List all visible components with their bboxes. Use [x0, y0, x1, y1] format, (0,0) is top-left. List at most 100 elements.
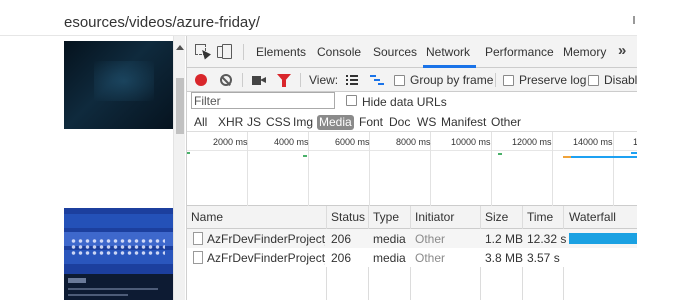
file-icon [193, 251, 203, 264]
thumbnail-band [64, 214, 173, 228]
tab-performance[interactable]: Performance [485, 45, 554, 59]
group-by-frame-checkbox[interactable] [394, 75, 405, 86]
table-row[interactable]: AzFrDevFinderProject_... 206 media Other… [187, 248, 637, 267]
timeline-mark [303, 155, 307, 157]
tab-memory[interactable]: Memory [563, 45, 606, 59]
toolbar-separator [242, 73, 243, 87]
device-toolbar-icon[interactable] [217, 44, 233, 60]
column-header-status[interactable]: Status [331, 210, 365, 224]
thumbnail-logo [68, 278, 86, 283]
tab-elements[interactable]: Elements [256, 45, 306, 59]
disable-cache-checkbox[interactable] [588, 75, 599, 86]
waterfall-icon-bar [378, 83, 384, 85]
request-time: 3.57 s [527, 251, 560, 265]
type-filter-font[interactable]: Font [358, 115, 384, 130]
timeline-mark [498, 153, 502, 155]
request-name[interactable]: AzFrDevFinderProject_... [207, 232, 325, 246]
type-filter-media[interactable]: Media [317, 115, 354, 130]
tab-network[interactable]: Network [426, 45, 470, 59]
toolbar-separator [495, 73, 496, 87]
devtools-panel: Elements Console Sources Network Perform… [186, 36, 637, 300]
filter-input[interactable] [191, 92, 335, 109]
tab-separator [243, 44, 244, 60]
table-row[interactable]: AzFrDevFinderProject_... 206 media Other… [187, 229, 637, 248]
timeline-tick-label: 12000 ms [512, 137, 552, 147]
request-status: 206 [331, 251, 352, 265]
type-filter-other[interactable]: Other [490, 115, 522, 130]
column-header-name[interactable]: Name [191, 210, 223, 224]
network-toolbar: View: Group by frame Preserve log Disabl… [187, 68, 637, 92]
list-dot [346, 75, 348, 77]
address-bar[interactable]: esources/videos/azure-friday/ [0, 0, 637, 36]
scrollbar-thumb[interactable] [176, 78, 184, 134]
device-tablet [222, 44, 232, 59]
request-size: 3.8 MB [485, 251, 524, 265]
group-by-frame-label[interactable]: Group by frame [410, 73, 493, 87]
timeline-axis [187, 150, 637, 151]
timeline-gridline [552, 132, 553, 206]
column-header-type[interactable]: Type [373, 210, 399, 224]
inspect-element-icon[interactable] [195, 44, 211, 60]
thumbnail-caption-line [68, 294, 128, 296]
hide-data-urls-label[interactable]: Hide data URLs [362, 95, 447, 109]
type-filter-manifest[interactable]: Manifest [440, 115, 487, 130]
preserve-log-checkbox[interactable] [503, 75, 514, 86]
type-filter-js[interactable]: JS [246, 115, 262, 130]
request-status: 206 [331, 232, 352, 246]
list-view-icon[interactable] [346, 75, 358, 85]
timeline-gridline [491, 132, 492, 206]
tab-sources[interactable]: Sources [373, 45, 417, 59]
request-time: 12.32 s [527, 232, 567, 246]
record-icon[interactable] [195, 74, 207, 86]
waterfall-view-icon[interactable] [370, 74, 384, 86]
filter-icon[interactable] [277, 74, 291, 87]
tab-console[interactable]: Console [317, 45, 361, 59]
waterfall-bar[interactable] [569, 233, 637, 244]
filter-stem [282, 80, 286, 87]
camera-icon[interactable] [252, 76, 266, 85]
column-header-initiator[interactable]: Initiator [415, 210, 454, 224]
column-header-waterfall[interactable]: Waterfall [569, 210, 616, 224]
timeline-mark [563, 156, 571, 158]
column-header-time[interactable]: Time [527, 210, 553, 224]
video-thumbnail-dark[interactable] [64, 41, 173, 129]
request-type: media [373, 232, 406, 246]
timeline-overview[interactable]: 2000 ms 4000 ms 6000 ms 8000 ms 10000 ms… [187, 132, 637, 206]
window-edge [637, 0, 700, 300]
camera-lens [260, 77, 266, 83]
thumbnail-pattern [70, 238, 165, 256]
url-text[interactable]: esources/videos/azure-friday/ [64, 14, 260, 31]
toolbar-separator [300, 73, 301, 87]
view-label: View: [309, 73, 339, 87]
type-filter-doc[interactable]: Doc [388, 115, 411, 130]
devtools-tab-bar: Elements Console Sources Network Perform… [187, 36, 637, 68]
video-glow [94, 61, 154, 101]
list-line [350, 75, 358, 77]
timeline-tick-label: 8000 ms [396, 137, 431, 147]
timeline-tick-label: 14000 ms [573, 137, 613, 147]
type-filter-css[interactable]: CSS [265, 115, 292, 130]
clear-icon[interactable] [220, 74, 232, 86]
timeline-tick-label: 1 [633, 137, 637, 147]
request-initiator: Other [415, 232, 446, 246]
type-filter-ws[interactable]: WS [416, 115, 437, 130]
type-filter-img[interactable]: Img [292, 115, 314, 130]
more-tabs-icon[interactable]: » [618, 42, 626, 59]
waterfall-icon-bar [374, 79, 380, 81]
hide-data-urls-checkbox[interactable] [346, 95, 357, 106]
page-scrollbar[interactable] [173, 36, 185, 300]
type-filter-all[interactable]: All [193, 115, 208, 130]
column-header-size[interactable]: Size [485, 210, 508, 224]
video-thumbnail-blue[interactable] [64, 208, 173, 300]
thumbnail-caption-line [68, 288, 158, 290]
disable-cache-label[interactable]: Disable [604, 73, 637, 87]
requests-table-header: Name Status Type Initiator Size Time Wat… [187, 206, 637, 229]
type-filter-xhr[interactable]: XHR [217, 115, 244, 130]
timeline-tick-label: 2000 ms [213, 137, 248, 147]
scroll-up-arrow-icon[interactable] [176, 45, 184, 50]
request-name[interactable]: AzFrDevFinderProject_... [207, 251, 325, 265]
preserve-log-label[interactable]: Preserve log [519, 73, 586, 87]
timeline-tick-label: 4000 ms [274, 137, 309, 147]
file-icon [193, 232, 203, 245]
page-content [0, 36, 173, 300]
